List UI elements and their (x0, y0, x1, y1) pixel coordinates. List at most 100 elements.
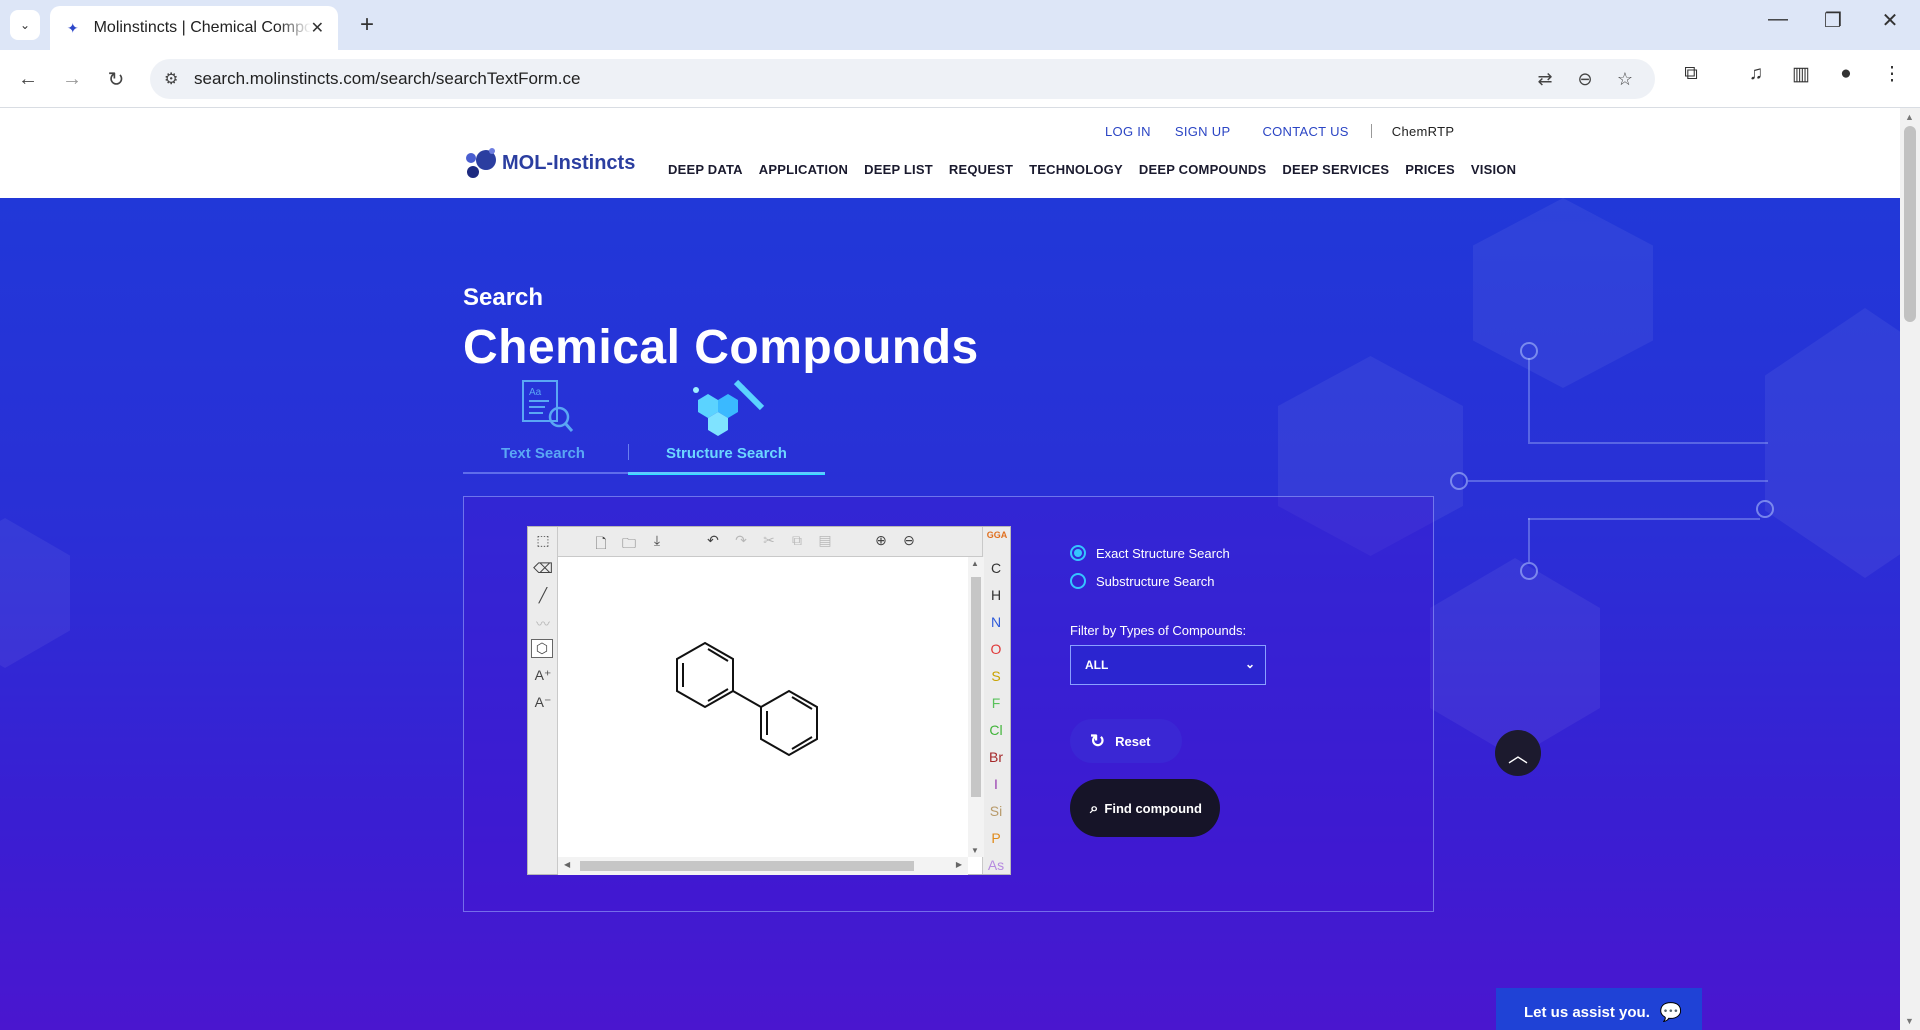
zoom-icon[interactable]: ⊖ (1573, 69, 1597, 90)
scroll-right-icon[interactable]: ▶ (956, 860, 962, 869)
chain-icon[interactable]: 〰 (532, 614, 554, 634)
extensions-icon[interactable]: ⧉ (1675, 63, 1707, 85)
scroll-thumb[interactable] (580, 861, 914, 871)
redo-icon[interactable]: ↷ (730, 532, 752, 549)
element-o[interactable]: O (982, 641, 1010, 657)
site-header: LOG IN SIGN UP CONTACT US ChemRTP MOL-In… (0, 108, 1900, 198)
scroll-thumb[interactable] (971, 577, 981, 797)
cut-icon[interactable]: ✂ (758, 532, 780, 549)
charge-minus-icon[interactable]: A⁻ (532, 694, 554, 711)
element-h[interactable]: H (982, 587, 1010, 603)
decor-right-hexagon (1765, 308, 1900, 578)
scroll-left-icon[interactable]: ◀ (564, 860, 570, 869)
find-compound-label: Find compound (1104, 800, 1202, 816)
translate-icon[interactable]: ⇄ (1533, 69, 1557, 90)
logo-text: MOL-Instincts (502, 151, 636, 174)
login-link[interactable]: LOG IN (1105, 124, 1151, 139)
radio-checked-icon (1070, 545, 1086, 561)
browser-menu-icon[interactable]: ⋮ (1876, 63, 1908, 86)
element-p[interactable]: P (982, 830, 1010, 846)
gga-brand: GGA (986, 530, 1008, 540)
tab-search-menu-button[interactable]: ⌄ (10, 10, 40, 40)
element-f[interactable]: F (982, 695, 1010, 711)
element-i[interactable]: I (982, 776, 1010, 792)
lasso-select-icon[interactable]: ⬚ (532, 532, 554, 549)
download-icon[interactable]: ⤓ (646, 532, 668, 549)
chemrtp-link[interactable]: ChemRTP (1392, 124, 1455, 139)
contact-us-link[interactable]: CONTACT US (1262, 124, 1348, 139)
nav-prices[interactable]: PRICES (1405, 162, 1455, 177)
nav-vision[interactable]: VISION (1471, 162, 1516, 177)
copy-icon[interactable]: ⧉ (786, 532, 808, 549)
scroll-down-icon[interactable]: ▼ (971, 846, 979, 855)
radio-unchecked-icon (1070, 573, 1086, 589)
browser-tab[interactable]: ✦ Molinstincts | Chemical Compounds ✕ (50, 6, 338, 50)
drawing-canvas[interactable] (558, 557, 968, 857)
element-br[interactable]: Br (982, 749, 1010, 765)
media-control-icon[interactable]: ♫ (1740, 63, 1772, 85)
exact-structure-radio[interactable]: Exact Structure Search (1070, 545, 1230, 561)
profile-avatar[interactable]: ● (1830, 63, 1862, 85)
new-tab-button[interactable]: + (352, 10, 382, 40)
benzene-ring-icon[interactable]: ⬡ (531, 639, 553, 658)
element-as[interactable]: As (982, 857, 1010, 873)
address-bar[interactable]: ⚙ search.molinstincts.com/search/searchT… (150, 59, 1655, 99)
search-icon: ⌕ (1090, 799, 1099, 817)
scroll-up-icon[interactable]: ▲ (971, 559, 979, 568)
page-scrollbar[interactable]: ▲ ▼ (1900, 108, 1920, 1030)
zoom-out-icon[interactable]: ⊖ (898, 532, 920, 549)
page-scroll-up-icon[interactable]: ▲ (1905, 112, 1914, 122)
top-links: LOG IN SIGN UP CONTACT US ChemRTP (1105, 124, 1454, 139)
undo-icon[interactable]: ↶ (702, 532, 724, 549)
site-info-icon[interactable]: ⚙ (164, 69, 178, 89)
nav-deep-compounds[interactable]: DEEP COMPOUNDS (1139, 162, 1267, 177)
decor-line (1528, 518, 1530, 562)
single-bond-icon[interactable]: ╱ (532, 587, 554, 604)
signup-link[interactable]: SIGN UP (1175, 124, 1231, 139)
bookmark-star-icon[interactable]: ☆ (1613, 69, 1637, 90)
element-s[interactable]: S (982, 668, 1010, 684)
scroll-to-top-button[interactable]: ︿ (1495, 730, 1541, 776)
tab-text-search[interactable]: Aa Text Search (463, 354, 623, 474)
nav-technology[interactable]: TECHNOLOGY (1029, 162, 1123, 177)
substructure-radio[interactable]: Substructure Search (1070, 573, 1230, 589)
editor-horizontal-scrollbar[interactable]: ◀ ▶ (558, 857, 968, 875)
tab-close-icon[interactable]: ✕ (311, 18, 324, 38)
compound-type-select[interactable]: ALL ⌄ (1070, 645, 1266, 685)
charge-plus-icon[interactable]: A⁺ (532, 667, 554, 684)
nav-request[interactable]: REQUEST (949, 162, 1013, 177)
side-panel-icon[interactable]: ▥ (1785, 63, 1817, 86)
back-arrow-icon[interactable]: ← (12, 63, 44, 95)
nav-deep-services[interactable]: DEEP SERVICES (1282, 162, 1389, 177)
text-search-icon: Aa (522, 380, 574, 432)
page-scroll-thumb[interactable] (1904, 126, 1916, 322)
find-compound-button[interactable]: ⌕ Find compound (1070, 779, 1220, 837)
nav-deep-list[interactable]: DEEP LIST (864, 162, 933, 177)
element-si[interactable]: Si (982, 803, 1010, 819)
forward-arrow-icon[interactable]: → (56, 63, 88, 95)
minimize-button[interactable]: — (1758, 8, 1798, 31)
element-c[interactable]: C (982, 560, 1010, 576)
web-page: LOG IN SIGN UP CONTACT US ChemRTP MOL-In… (0, 108, 1900, 1030)
new-document-icon[interactable]: 🗋 (590, 533, 612, 557)
tab-structure-search[interactable]: Structure Search (628, 354, 825, 475)
chat-assist-button[interactable]: Let us assist you. 💬 (1496, 988, 1702, 1030)
tab-title: Molinstincts | Chemical Compounds (93, 19, 311, 36)
paste-icon[interactable]: ▤ (814, 532, 836, 549)
biphenyl-molecule (676, 641, 818, 757)
reset-button[interactable]: ↻ Reset (1070, 719, 1182, 763)
editor-vertical-scrollbar[interactable]: ▲ ▼ (968, 557, 984, 857)
element-n[interactable]: N (982, 614, 1010, 630)
site-logo[interactable]: MOL-Instincts (462, 146, 635, 180)
page-scroll-down-icon[interactable]: ▼ (1905, 1016, 1914, 1026)
reset-label: Reset (1115, 733, 1151, 749)
window-close-button[interactable]: ✕ (1870, 8, 1910, 33)
zoom-in-icon[interactable]: ⊕ (870, 532, 892, 549)
nav-application[interactable]: APPLICATION (759, 162, 848, 177)
restore-button[interactable]: ❐ (1813, 8, 1853, 33)
eraser-icon[interactable]: ⌫ (532, 560, 554, 577)
open-folder-icon[interactable]: 🗀 (618, 533, 640, 557)
nav-deep-data[interactable]: DEEP DATA (668, 162, 743, 177)
reload-icon[interactable]: ↻ (100, 63, 132, 95)
element-cl[interactable]: Cl (982, 722, 1010, 738)
